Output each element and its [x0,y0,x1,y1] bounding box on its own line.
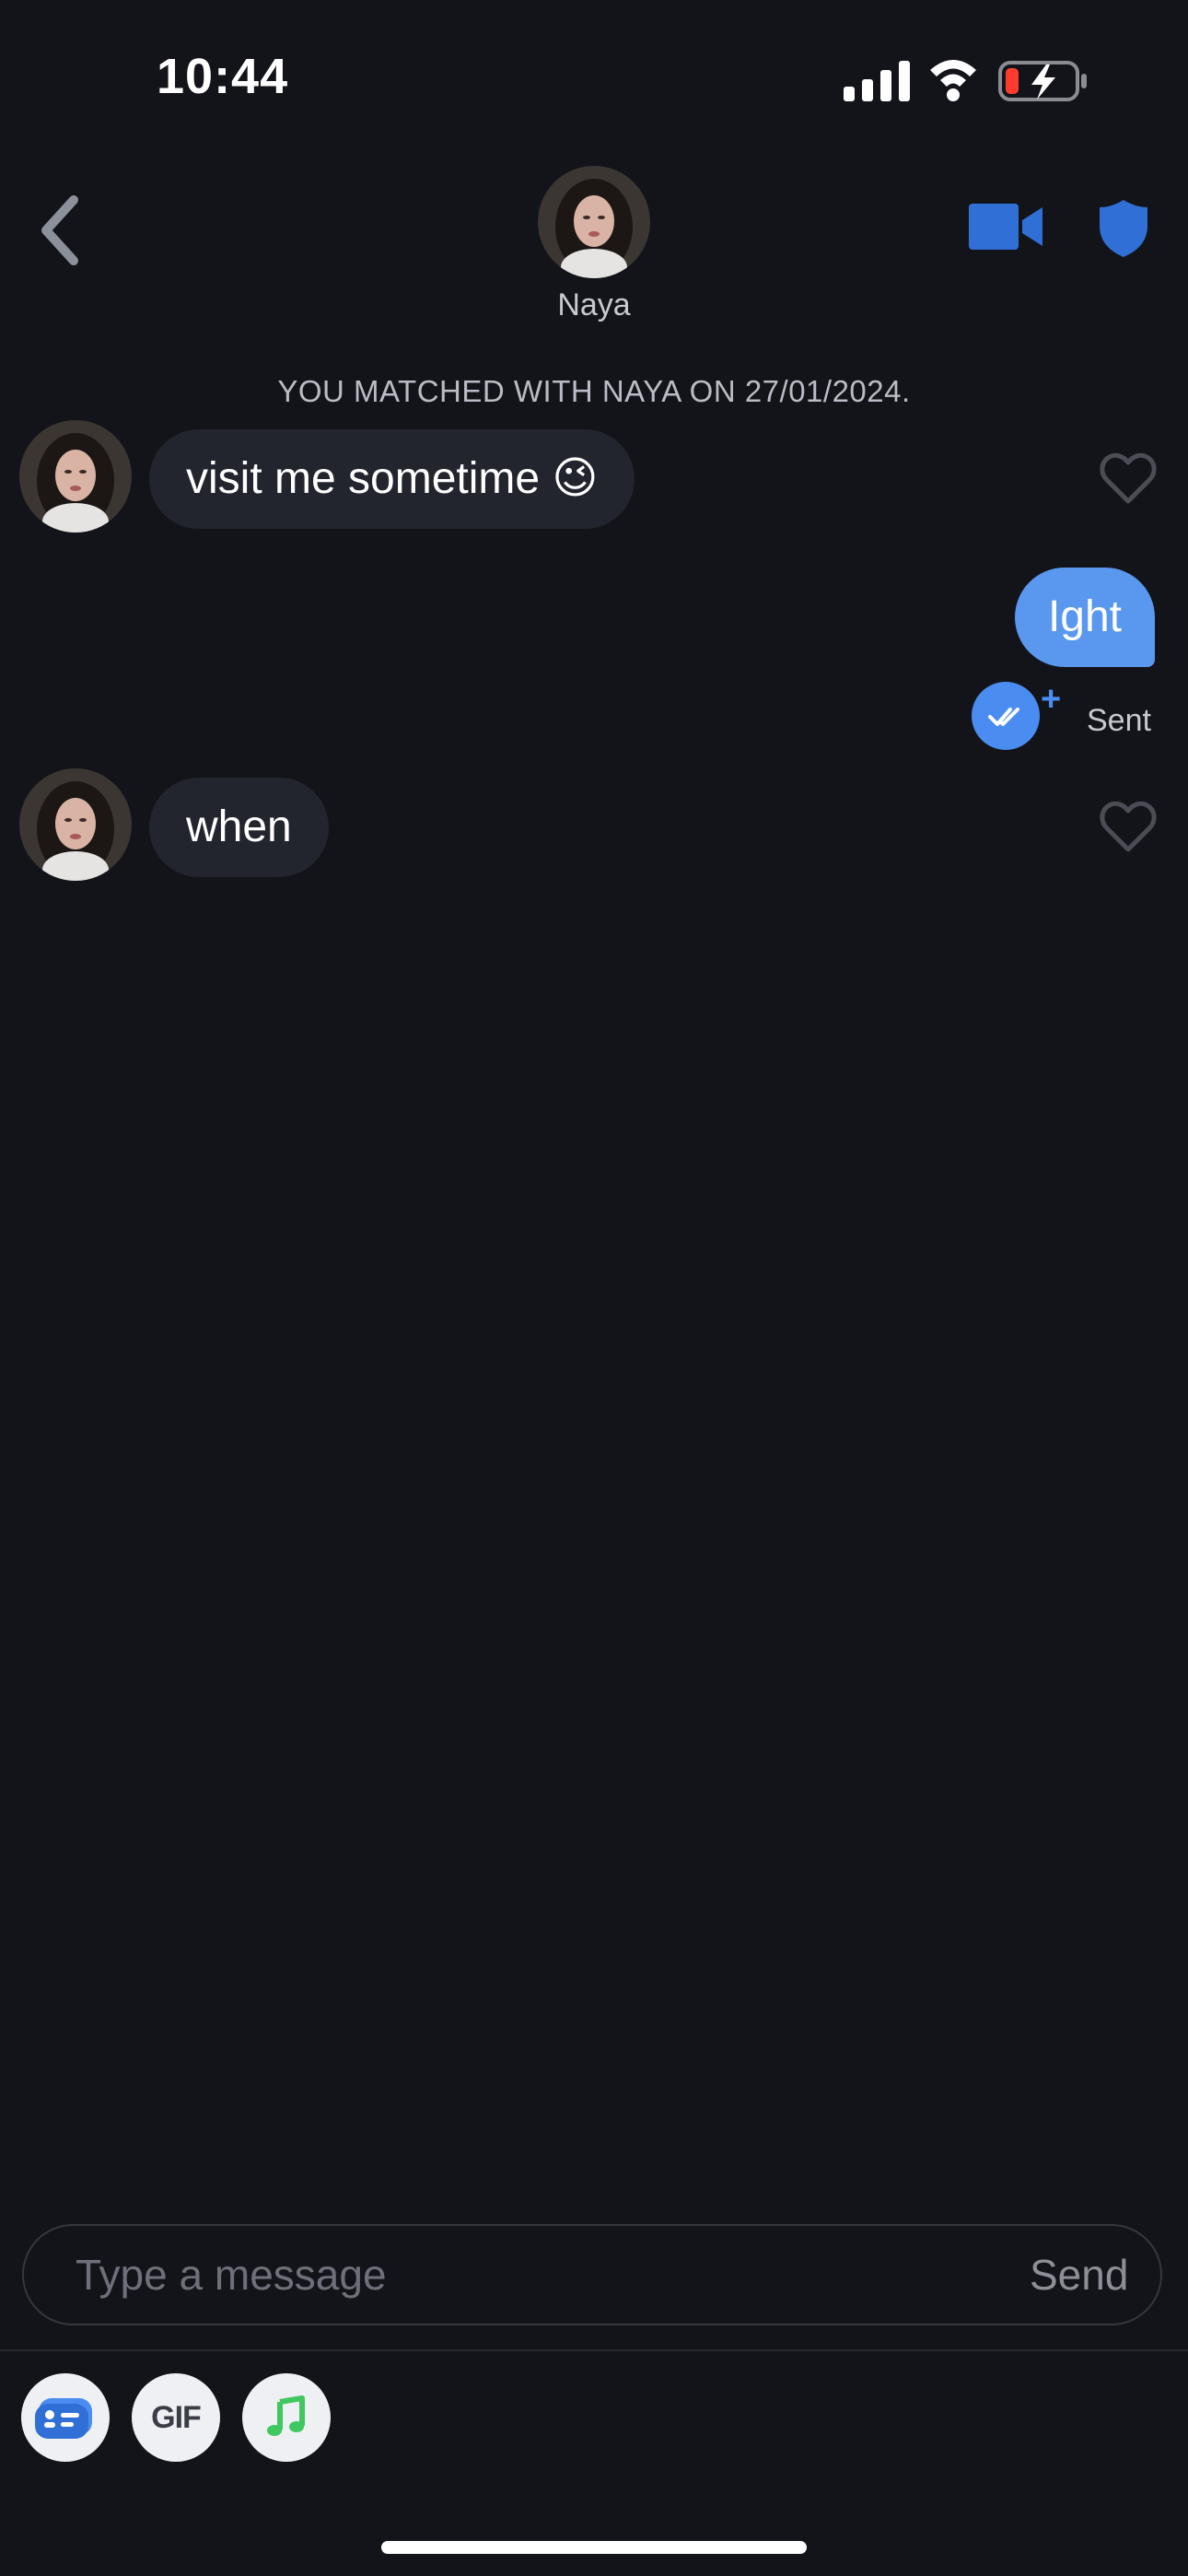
message-avatar[interactable] [19,420,132,533]
status-time: 10:44 [157,49,289,104]
safety-shield-button[interactable] [1098,198,1149,259]
match-banner: YOU MATCHED WITH NAYA ON 27/01/2024. [277,374,911,408]
status-icons [844,60,1087,101]
home-indicator[interactable] [381,2541,807,2554]
chevron-left-icon [41,195,78,265]
sticker-card-icon [35,2398,92,2439]
gif-label: GIF [151,2399,202,2435]
gif-button[interactable]: GIF [132,2373,220,2462]
sticker-button[interactable] [21,2373,110,2462]
message-bubble-incoming[interactable]: when [149,778,329,877]
message-input[interactable] [76,2250,904,2300]
music-button[interactable] [242,2373,331,2462]
heart-icon [1100,453,1157,504]
music-note-icon [267,2395,305,2436]
battery-charging-icon [998,61,1087,101]
composer-divider [0,2349,1188,2351]
like-message-button[interactable] [1100,802,1157,853]
read-receipt-icon [972,682,1040,750]
cellular-signal-icon [844,61,910,101]
message-bubble-outgoing[interactable]: Ight [1014,568,1155,667]
message-avatar[interactable] [19,768,132,881]
message-status: Sent [1087,703,1151,738]
video-call-button[interactable] [967,198,1045,255]
contact-name[interactable]: Naya [502,287,686,323]
back-button[interactable] [29,189,94,272]
like-message-button[interactable] [1100,453,1157,505]
send-button[interactable]: Send [1030,2250,1128,2300]
message-bubble-incoming[interactable]: visit me sometime 😉 [149,429,635,529]
wifi-icon [930,60,976,101]
video-camera-icon [969,204,1042,250]
header-avatar[interactable] [538,166,650,278]
shield-icon [1100,200,1147,257]
plus-icon[interactable]: + [1041,680,1061,720]
heart-icon [1100,802,1157,852]
